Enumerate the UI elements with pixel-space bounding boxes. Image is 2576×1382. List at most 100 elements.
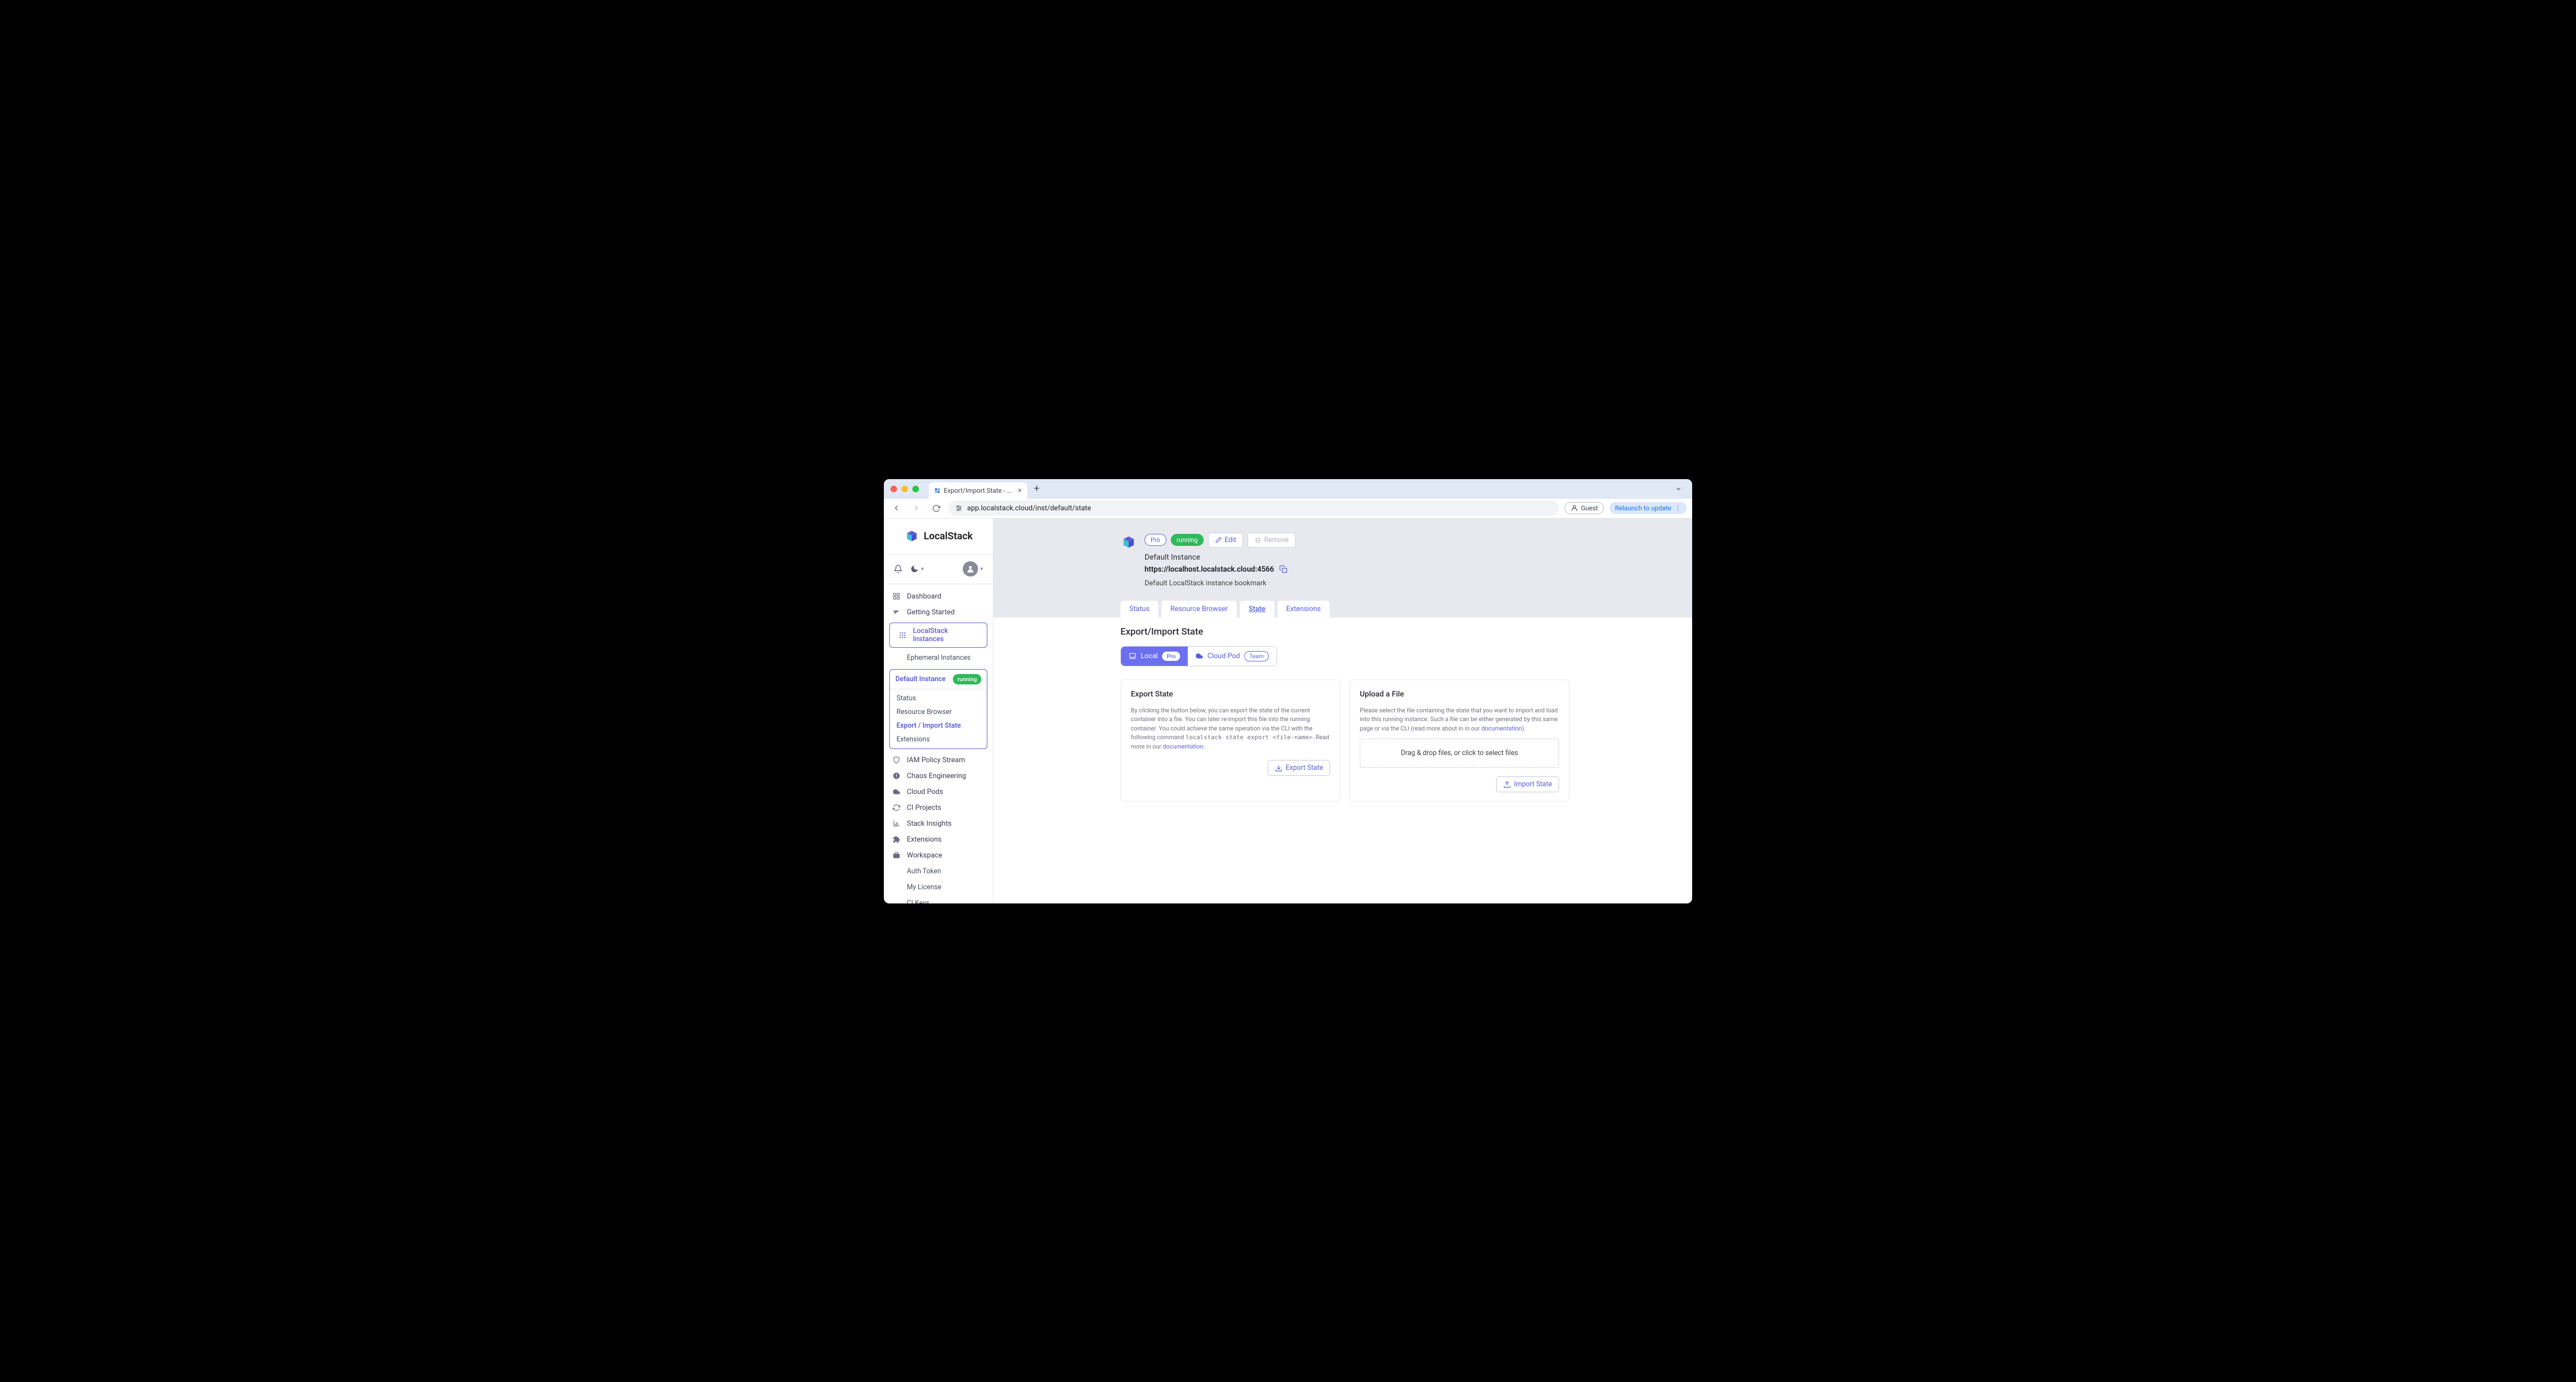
upload-card-text: Please select the file containing the st… — [1360, 706, 1559, 734]
user-menu-button[interactable] — [963, 561, 978, 577]
sidebar-item-label: Chaos Engineering — [907, 772, 966, 780]
upload-text-pre: Please select the file containing the st… — [1360, 707, 1558, 732]
upload-card-title: Upload a File — [1360, 690, 1559, 699]
sidebar-item[interactable]: Dashboard — [884, 589, 993, 604]
edit-label: Edit — [1224, 536, 1236, 544]
mode-toggle: LocalProCloud PodTeam — [1120, 646, 1277, 666]
refresh-icon — [893, 804, 901, 811]
sidebar-item-label: CI Projects — [907, 804, 941, 812]
reload-button[interactable] — [929, 501, 943, 515]
sidebar-item-label: Cloud Pods — [907, 788, 943, 796]
nav-list: Dashboard Getting Started LocalStack Insta… — [884, 584, 993, 903]
import-state-button[interactable]: Import State — [1496, 776, 1559, 792]
sidebar-item[interactable]: CI Keys — [884, 895, 993, 903]
shield-icon — [893, 756, 901, 764]
copy-icon — [1279, 565, 1287, 573]
relaunch-button[interactable]: Relaunch to update ⋮ — [1609, 502, 1687, 514]
laptop-icon — [1129, 652, 1136, 660]
sidebar-item[interactable]: Workspace — [884, 848, 993, 863]
mode-toggle-option[interactable]: LocalPro — [1121, 647, 1188, 666]
more-icon[interactable]: ⋮ — [1675, 504, 1681, 512]
export-card-title: Export State — [1131, 690, 1330, 699]
instance-url: https://localhost.localstack.cloud:4566 — [1145, 565, 1274, 574]
sidebar-item-ephemeral[interactable]: Ephemeral Instances — [884, 650, 993, 666]
instance-tab[interactable]: Resource Browser — [1162, 601, 1237, 618]
sidebar-item-label: Workspace — [907, 851, 942, 860]
tabs-dropdown-icon[interactable] — [1671, 482, 1686, 496]
upload-doc-link[interactable]: documentation — [1481, 725, 1522, 732]
brand-name: LocalStack — [924, 531, 973, 542]
brand-logo[interactable]: LocalStack — [904, 528, 973, 544]
url-text: app.localstack.cloud/inst/default/state — [967, 504, 1091, 513]
download-icon — [1275, 764, 1283, 772]
plane-icon — [893, 608, 901, 616]
instance-tab[interactable]: Extensions — [1278, 601, 1330, 618]
mode-toggle-option[interactable]: Cloud PodTeam — [1188, 647, 1277, 666]
sidebar-item[interactable]: Stack Insights — [884, 816, 993, 832]
forward-button[interactable] — [909, 501, 923, 515]
sidebar-item[interactable]: Extensions — [884, 832, 993, 848]
remove-button: Remove — [1247, 533, 1296, 548]
instance-link[interactable]: Export / Import State — [890, 719, 987, 733]
sidebar-item[interactable]: CI Projects — [884, 800, 993, 816]
sidebar-item-label: Dashboard — [907, 592, 941, 601]
instance-logo-icon — [1120, 534, 1137, 550]
sidebar-item-instances[interactable]: LocalStack Instances — [890, 623, 987, 647]
briefcase-icon — [893, 851, 901, 859]
cloud-icon — [1195, 652, 1203, 660]
browser-chrome: Export/Import State - LocalSt × + — [884, 479, 1692, 499]
browser-tab[interactable]: Export/Import State - LocalSt × — [929, 482, 1027, 499]
export-doc-link[interactable]: documentation — [1163, 743, 1203, 750]
pencil-icon — [1215, 537, 1222, 543]
running-badge: running — [1171, 534, 1204, 546]
copy-url-button[interactable] — [1279, 565, 1287, 573]
main-content: Pro running Edit Remove — [993, 519, 1692, 903]
notifications-icon[interactable] — [894, 565, 902, 573]
export-card-text: By clicking the button below, you can ex… — [1131, 706, 1330, 752]
site-settings-icon[interactable] — [955, 504, 963, 512]
upload-icon — [1503, 781, 1511, 788]
period: . — [1203, 743, 1205, 750]
edit-button[interactable]: Edit — [1208, 533, 1243, 548]
theme-toggle-icon[interactable]: ▾ — [910, 565, 924, 573]
export-state-card: Export State By clicking the button belo… — [1120, 680, 1341, 802]
export-button-label: Export State — [1286, 764, 1323, 772]
tier-badge: Pro — [1162, 652, 1180, 661]
instance-link[interactable]: Extensions — [890, 733, 987, 746]
new-tab-button[interactable]: + — [1034, 483, 1039, 494]
url-input[interactable]: app.localstack.cloud/inst/default/state — [948, 500, 1559, 516]
close-tab-icon[interactable]: × — [1018, 486, 1022, 495]
sidebar-item[interactable]: Auth Token — [884, 863, 993, 879]
sidebar-item-label: Stack Insights — [907, 820, 952, 828]
close-window-icon[interactable] — [890, 486, 897, 492]
sidebar-item[interactable]: Chaos Engineering — [884, 768, 993, 784]
back-button[interactable] — [889, 501, 904, 515]
instance-box-name[interactable]: Default Instance — [895, 675, 946, 683]
instance-link[interactable]: Resource Browser — [890, 705, 987, 719]
sidebar-item[interactable]: Getting Started — [884, 604, 993, 620]
profile-button[interactable]: Guest — [1565, 502, 1604, 514]
relaunch-label: Relaunch to update — [1615, 504, 1671, 512]
instance-link[interactable]: Status — [890, 692, 987, 705]
sidebar-item[interactable]: IAM Policy Stream — [884, 752, 993, 768]
export-code: localstack state export <file-name> — [1186, 734, 1313, 741]
instance-desc: Default LocalStack instance bookmark — [1145, 579, 1668, 588]
file-dropzone[interactable]: Drag & drop files, or click to select fi… — [1360, 739, 1559, 768]
pro-badge: Pro — [1145, 534, 1166, 546]
instance-tab[interactable]: State — [1240, 601, 1274, 618]
minimize-window-icon[interactable] — [901, 486, 908, 492]
sidebar-item[interactable]: My License — [884, 879, 993, 895]
chevron-down-icon: ▾ — [980, 566, 983, 572]
sidebar-item-label: Extensions — [907, 836, 941, 844]
guest-label: Guest — [1581, 504, 1598, 512]
sidebar-item[interactable]: Cloud Pods — [884, 784, 993, 800]
instance-name: Default Instance — [1145, 553, 1668, 562]
instance-box-status: running — [953, 674, 981, 684]
maximize-window-icon[interactable] — [912, 486, 919, 492]
window-controls — [890, 486, 919, 492]
export-state-button[interactable]: Export State — [1268, 760, 1330, 776]
instance-tab[interactable]: Status — [1120, 601, 1158, 618]
favicon-icon — [934, 487, 940, 494]
alert-icon — [893, 772, 901, 780]
instance-tabs: StatusResource BrowserStateExtensions — [1120, 601, 1692, 618]
